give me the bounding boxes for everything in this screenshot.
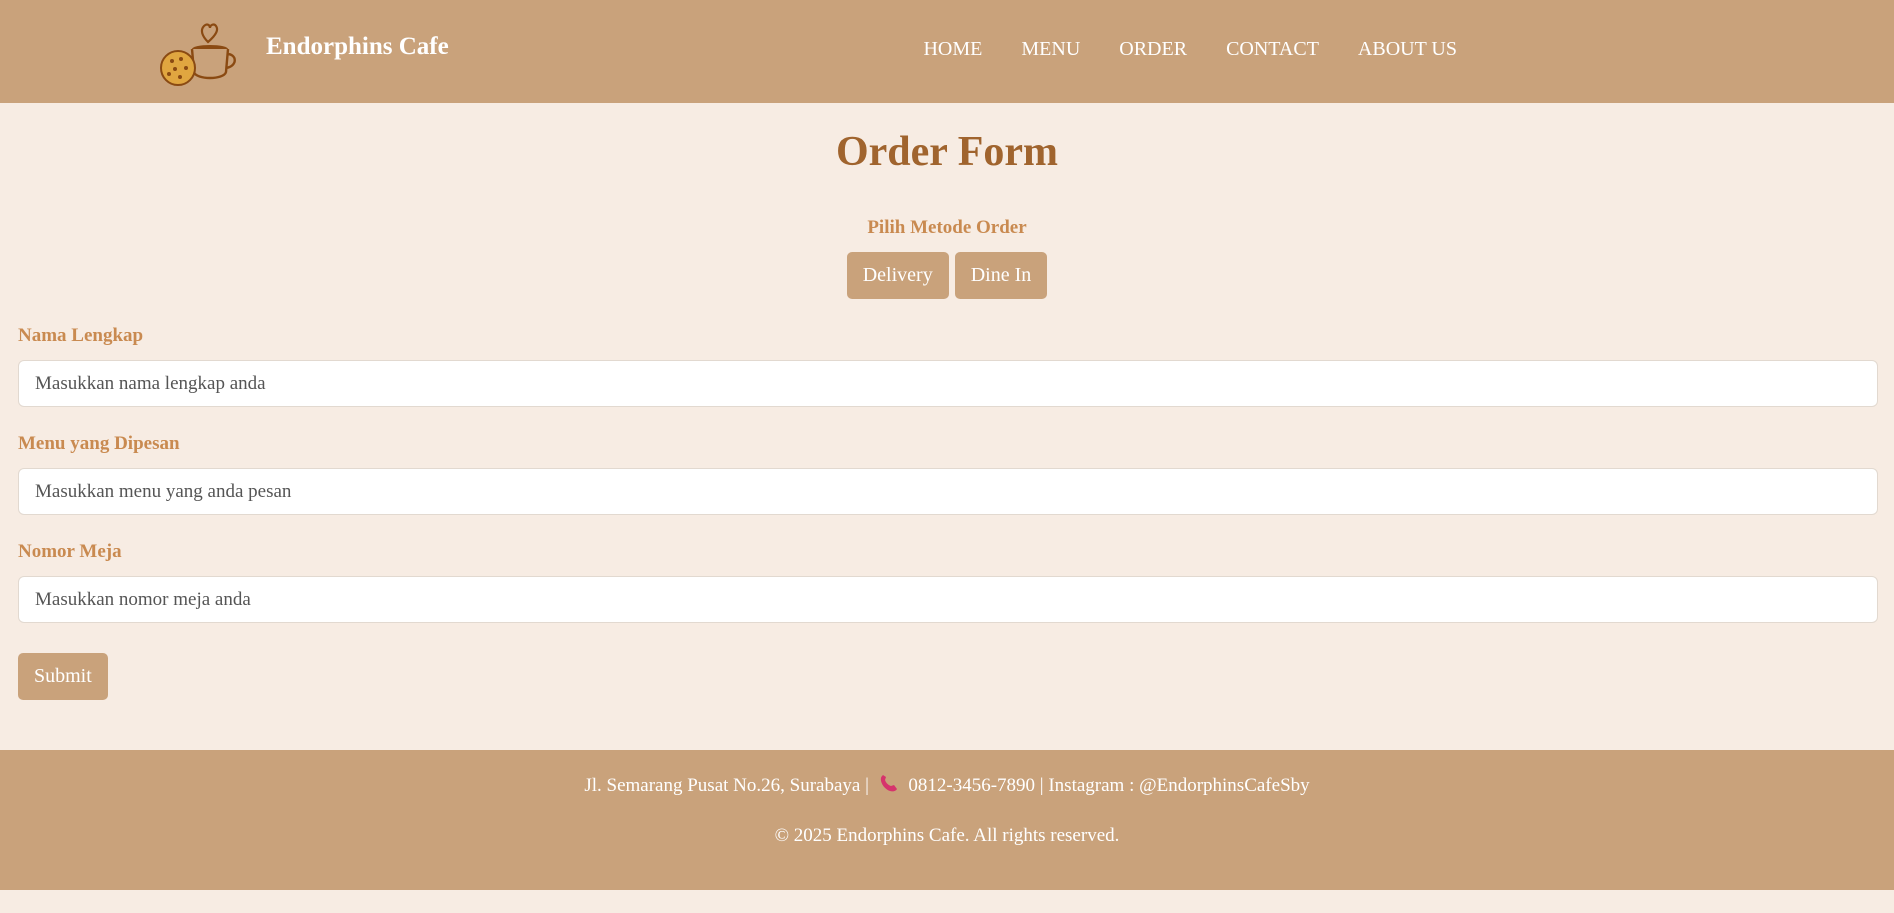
site-header: Endorphins Cafe HOME MENU ORDER CONTACT … (0, 0, 1894, 103)
phone-icon (880, 775, 897, 792)
footer-contact: Jl. Semarang Pusat No.26, Surabaya | 081… (0, 774, 1894, 798)
nav-menu[interactable]: MENU (1021, 37, 1080, 61)
nav-order[interactable]: ORDER (1119, 37, 1187, 61)
footer-phone-instagram[interactable]: 0812-3456-7890 | Instagram : @Endorphins… (908, 775, 1309, 796)
coffee-cup-logo-icon[interactable] (158, 16, 244, 88)
full-name-label: Nama Lengkap (18, 325, 144, 346)
full-name-input[interactable] (18, 360, 1878, 407)
nav-about-us[interactable]: ABOUT US (1358, 37, 1457, 61)
footer-copyright: © 2025 Endorphins Cafe. All rights reser… (774, 825, 1120, 846)
footer-address: Jl. Semarang Pusat No.26, Surabaya | (584, 775, 869, 796)
brand-name[interactable]: Endorphins Cafe (266, 32, 449, 62)
delivery-button[interactable]: Delivery (846, 252, 949, 299)
nav-home[interactable]: HOME (923, 37, 982, 61)
page-title: Order Form (836, 129, 1058, 175)
nav-contact[interactable]: CONTACT (1226, 37, 1319, 61)
main-nav: HOME MENU ORDER CONTACT ABOUT US (923, 37, 1457, 61)
menu-ordered-input[interactable] (18, 468, 1878, 515)
table-number-label: Nomor Meja (18, 541, 122, 562)
order-method-buttons: Delivery Dine In (0, 252, 1894, 299)
site-footer: Jl. Semarang Pusat No.26, Surabaya | 081… (0, 750, 1894, 890)
dine-in-button[interactable]: Dine In (954, 252, 1048, 299)
order-method-label: Pilih Metode Order (867, 217, 1027, 238)
menu-ordered-label: Menu yang Dipesan (18, 433, 180, 454)
table-number-input[interactable] (18, 576, 1878, 623)
submit-button[interactable]: Submit (18, 653, 108, 700)
